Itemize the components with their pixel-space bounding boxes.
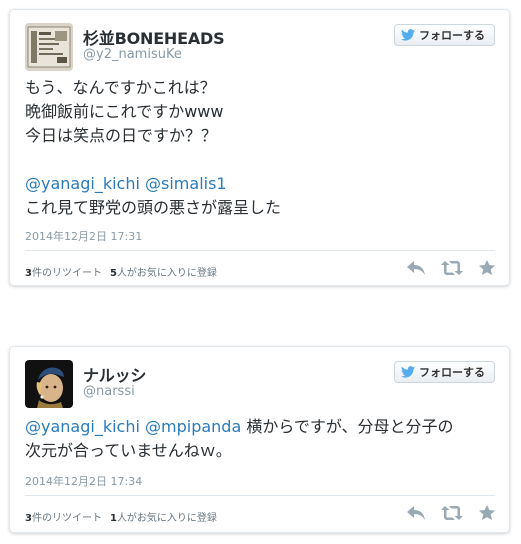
mention-link[interactable]: @mpipanda: [145, 417, 241, 436]
twitter-bird-icon: [401, 29, 415, 41]
mention-link[interactable]: @yanagi_kichi: [25, 417, 140, 436]
display-name[interactable]: ナルッシ: [83, 362, 146, 386]
tweet-line: 晩御飯前にこれですかwww: [25, 102, 224, 121]
avatar[interactable]: [25, 360, 73, 408]
tweet-stats: 3件のリツイート 5人がお気に入りに登録: [25, 264, 217, 279]
mention-link[interactable]: @yanagi_kichi: [25, 174, 140, 193]
timestamp-link[interactable]: 2014年12月2日 17:34: [25, 473, 142, 489]
divider: [25, 495, 495, 496]
tweet-line: 横からですが、分母と分子の: [246, 417, 454, 436]
tweet-line: これ見て野党の頭の悪さが露呈した: [25, 198, 282, 217]
tweet-card: 杉並BONEHEADS @y2_namisuKe フォローする もう、なんですか…: [9, 9, 510, 286]
follow-button[interactable]: フォローする: [394, 361, 495, 383]
tweet-actions: [407, 260, 495, 275]
follow-label: フォローする: [419, 366, 485, 379]
timestamp-link[interactable]: 2014年12月2日 17:31: [25, 228, 142, 244]
tweet-line: もう、なんですかこれは？: [25, 78, 216, 97]
follow-label: フォローする: [419, 29, 485, 42]
retweet-stat[interactable]: 3件のリツイート: [25, 513, 102, 524]
retweet-icon[interactable]: [441, 505, 463, 520]
tweet-stats: 3件のリツイート 1人がお気に入りに登録: [25, 509, 217, 524]
tweet-line: 今日は笑点の日ですか？？: [25, 126, 218, 145]
tweet-actions: [407, 505, 495, 520]
tweet-text: @yanagi_kichi @mpipanda 横からですが、分母と分子の 次元…: [25, 415, 495, 463]
follow-button[interactable]: フォローする: [394, 24, 495, 46]
favorite-star-icon[interactable]: [479, 260, 495, 275]
favorite-stat[interactable]: 5人がお気に入りに登録: [110, 268, 217, 279]
tweet-line: 次元が合っていませんねｗ。: [25, 441, 232, 460]
display-name[interactable]: 杉並BONEHEADS: [83, 25, 225, 49]
user-handle[interactable]: @y2_namisuKe: [83, 47, 182, 62]
twitter-bird-icon: [401, 366, 415, 378]
favorite-star-icon[interactable]: [479, 505, 495, 520]
tweet-text: もう、なんですかこれは？ 晩御飯前にこれですかwww 今日は笑点の日ですか？？ …: [25, 76, 495, 220]
tweet-card: ナルッシ @narssi フォローする @yanagi_kichi @mpipa…: [9, 346, 510, 533]
avatar[interactable]: [25, 23, 73, 71]
reply-icon[interactable]: [407, 260, 425, 275]
retweet-icon[interactable]: [441, 260, 463, 275]
divider: [25, 250, 495, 251]
user-handle[interactable]: @narssi: [83, 384, 135, 399]
favorite-stat[interactable]: 1人がお気に入りに登録: [110, 513, 217, 524]
retweet-stat[interactable]: 3件のリツイート: [25, 268, 102, 279]
reply-icon[interactable]: [407, 505, 425, 520]
mention-link[interactable]: @simalis1: [145, 174, 227, 193]
